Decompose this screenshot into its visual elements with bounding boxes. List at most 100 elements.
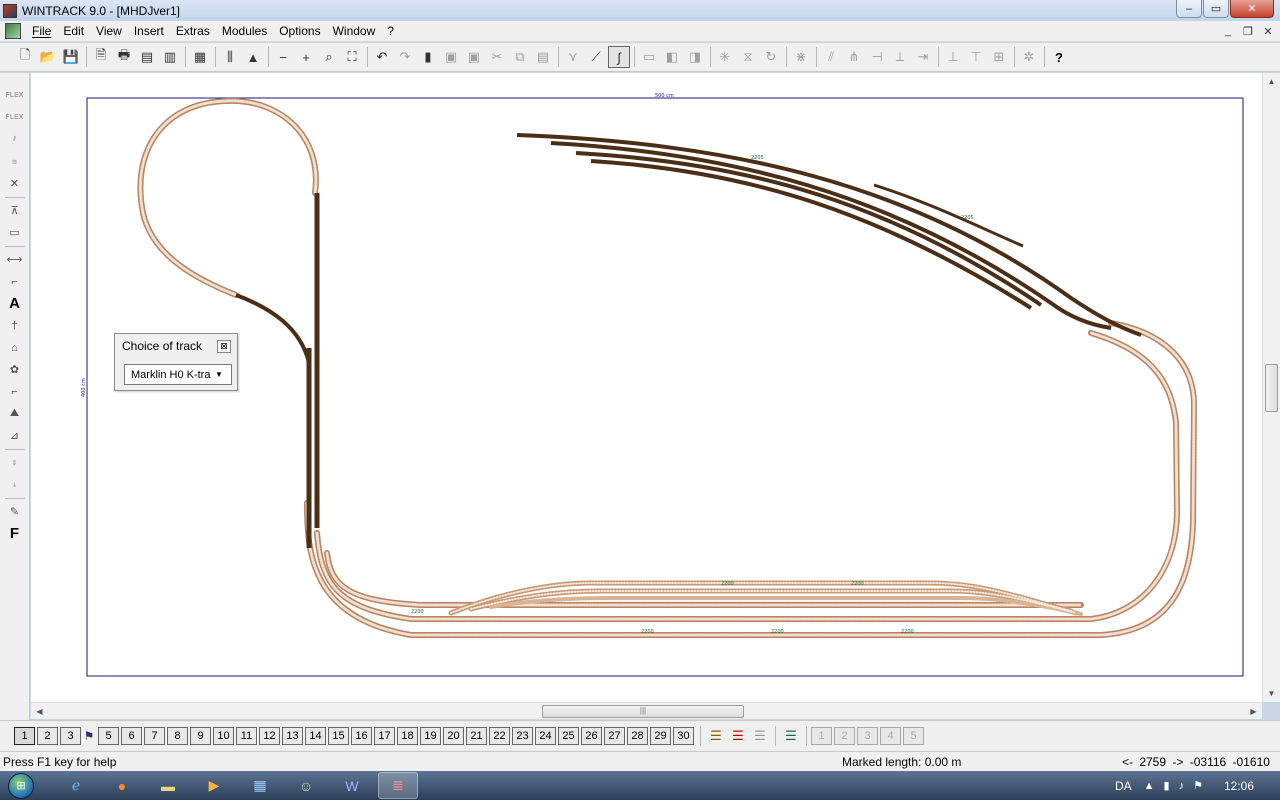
menu-edit[interactable]: Edit [58,24,91,38]
menu-file[interactable]: File [27,24,58,38]
delete-icon[interactable]: ▮ [417,46,439,68]
layer-17-button[interactable]: 17 [374,727,395,745]
height-icon[interactable]: ⇕ [4,452,26,473]
layer-18-button[interactable]: 18 [397,727,418,745]
menu-modules[interactable]: Modules [217,24,274,38]
outer-bottom-track[interactable] [304,320,1198,638]
pencil-edit-icon[interactable]: ✎ [4,501,26,522]
height-marker-icon[interactable]: ⇣ [4,474,26,495]
doc-close-button[interactable]: ✕ [1259,23,1277,39]
save-icon[interactable]: 💾 [60,46,82,68]
scroll-down-icon[interactable]: ▼ [1263,685,1280,702]
start-button[interactable]: ⊞ [0,771,42,800]
menu-options[interactable]: Options [274,24,327,38]
tray-expand-icon[interactable]: ▲ [1144,780,1155,792]
volume-icon[interactable]: ♪ [1179,780,1185,792]
action-center-flag-icon[interactable]: ⚑ [1193,779,1203,792]
switch-icon[interactable]: ⋔ [843,46,865,68]
word-icon[interactable]: W [332,772,372,799]
menu-insert[interactable]: Insert [129,24,171,38]
layer-21-button[interactable]: 21 [466,727,487,745]
menu-window[interactable]: Window [328,24,383,38]
zoom-in-icon[interactable]: + [295,46,317,68]
print-preview-icon[interactable]: 🗎 [90,46,112,68]
clock[interactable]: 12:06 [1224,779,1254,793]
module-icon[interactable]: ▦ [189,46,211,68]
layer-3-button[interactable]: 3 [60,727,81,745]
bring-front-icon[interactable]: ◧ [661,46,683,68]
menu-extras[interactable]: Extras [171,24,217,38]
measure-icon[interactable]: ⊞ [988,46,1010,68]
wintrack-task-icon[interactable]: ≣ [378,772,418,799]
layer-28-button[interactable]: 28 [627,727,648,745]
layers-green-icon[interactable]: ☰ [780,726,802,746]
profile-icon[interactable]: ⊿ [4,425,26,446]
group-2-button[interactable]: 2 [834,727,855,745]
app-icon-5[interactable]: ▦ [240,772,280,799]
settings-icon[interactable]: ✲ [1018,46,1040,68]
stairs-icon[interactable]: ⌐ [4,271,26,292]
dimension-icon[interactable]: ⟷ [4,249,26,270]
scroll-right-icon[interactable]: ▶ [1245,703,1262,719]
users-icon[interactable]: ☺ [286,772,326,799]
track-system-select[interactable]: Marklin H0 K-tra ▼ [124,364,232,385]
align-icon[interactable]: ⫽ [820,46,842,68]
scroll-up-icon[interactable]: ▲ [1263,73,1280,90]
chevron-down-icon[interactable]: ▼ [211,370,227,379]
language-indicator[interactable]: DA [1115,779,1132,793]
firefox-icon[interactable]: ● [102,772,142,799]
curve-tool-icon[interactable]: ⟋ [585,46,607,68]
layers-gray-icon[interactable]: ☰ [749,726,771,746]
doc-minimize-button[interactable]: _ [1219,23,1237,39]
layers-red-icon[interactable]: ☰ [727,726,749,746]
explorer-folder-icon[interactable]: ▬ [148,772,188,799]
layer-15-button[interactable]: 15 [328,727,349,745]
layer-5-button[interactable]: 5 [98,727,119,745]
upper-track-1[interactable] [516,133,1142,337]
layer-2-button[interactable]: 2 [37,727,58,745]
rotate-icon[interactable]: ✳ [714,46,736,68]
layer-12-button[interactable]: 12 [259,727,280,745]
vertical-scrollbar[interactable]: ▲ ▼ [1262,73,1280,702]
group-5-button[interactable]: 5 [903,727,924,745]
parts-list-icon[interactable]: ▥ [159,46,181,68]
zoom-out-icon[interactable]: − [272,46,294,68]
minimize-button[interactable]: – [1176,0,1202,18]
print-icon[interactable]: 🖶 [113,46,135,68]
horizontal-scrollbar[interactable]: ◀ ||| ▶ [31,702,1262,719]
layer-8-button[interactable]: 8 [167,727,188,745]
network-icon[interactable]: ▮ [1164,779,1170,792]
layer-14-button[interactable]: 14 [305,727,326,745]
parallel-track-icon[interactable]: ⫽ [4,129,26,150]
layer-29-button[interactable]: 29 [650,727,671,745]
building-icon[interactable]: ⌂ [4,337,26,358]
layer-13-button[interactable]: 13 [282,727,303,745]
layer-11-button[interactable]: 11 [236,727,257,745]
middle-bottom-track[interactable] [314,330,1181,622]
zoom-window-icon[interactable]: ⌕ [318,46,340,68]
layer-25-button[interactable]: 25 [558,727,579,745]
menu-view[interactable]: View [91,24,129,38]
vertical-scroll-thumb[interactable] [1265,364,1278,412]
upper-track-2[interactable] [550,141,1112,330]
platform-icon[interactable]: ▭ [4,222,26,243]
height-down-icon[interactable]: ⊤ [965,46,987,68]
layer-9-button[interactable]: 9 [190,727,211,745]
copy-icon[interactable]: ⧉ [509,46,531,68]
station-branch[interactable] [235,293,311,364]
layer-22-button[interactable]: 22 [489,727,510,745]
undo-icon[interactable]: ↶ [371,46,393,68]
mirror-icon[interactable]: ⧖ [737,46,759,68]
layer-16-button[interactable]: 16 [351,727,372,745]
signal-icon[interactable]: † [4,315,26,336]
doc-restore-button[interactable]: ❐ [1239,23,1257,39]
paste-icon[interactable]: ▤ [532,46,554,68]
layer-30-button[interactable]: 30 [673,727,694,745]
open-folder-icon[interactable]: 📂 [37,46,59,68]
horizontal-scroll-thumb[interactable]: ||| [542,705,744,718]
text-tool-icon[interactable]: A [4,293,26,314]
track-end-icon[interactable]: ⇥ [912,46,934,68]
layer-24-button[interactable]: 24 [535,727,556,745]
send-back-icon[interactable]: ◨ [684,46,706,68]
layer-26-button[interactable]: 26 [581,727,602,745]
